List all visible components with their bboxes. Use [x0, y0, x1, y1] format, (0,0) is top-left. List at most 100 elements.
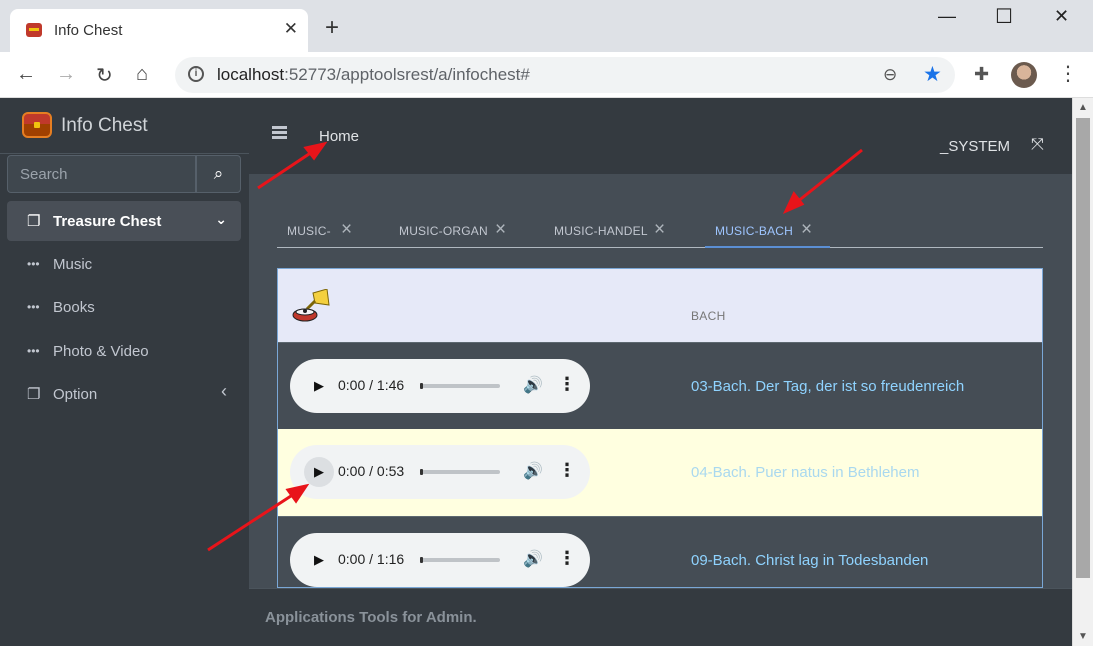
track-title[interactable]: 09-Bach. Christ lag in Todesbanden	[691, 552, 928, 569]
gramophone-icon	[292, 289, 330, 322]
sidebar-search: ⌕	[7, 155, 241, 193]
ellipsis-icon: •••	[27, 344, 40, 358]
brand-title: Info Chest	[61, 115, 148, 136]
browser-toolbar: ← → ↻ ⌂ i localhost:52773/apptoolsrest/a…	[0, 52, 1093, 98]
tab-label: MUSIC-ORGAN	[399, 224, 488, 238]
more-options-icon[interactable]: ⋮	[558, 548, 576, 569]
volume-icon[interactable]: 🔊	[523, 549, 543, 569]
close-icon[interactable]: ×	[495, 220, 506, 239]
chevron-left-icon: ‹	[221, 381, 227, 401]
music-tabs: MUSIC- × MUSIC-ORGAN × MUSIC-HANDEL × MU…	[277, 211, 1043, 248]
volume-icon[interactable]: 🔊	[523, 461, 543, 481]
close-icon[interactable]: ×	[654, 220, 665, 239]
scroll-down-icon[interactable]: ▼	[1078, 631, 1088, 642]
chest-favicon-icon	[26, 23, 42, 37]
scrollbar-thumb[interactable]	[1076, 118, 1090, 578]
ellipsis-icon: •••	[27, 257, 40, 271]
zoom-icon[interactable]: ⊖	[883, 65, 897, 85]
tab-music-organ[interactable]: MUSIC-ORGAN ×	[389, 211, 519, 248]
browser-menu-icon[interactable]: ⋮	[1058, 61, 1078, 86]
extensions-puzzle-icon[interactable]: ✚	[974, 64, 989, 85]
info-icon[interactable]: i	[188, 66, 204, 82]
time-display: 0:00 / 0:53	[338, 463, 405, 479]
volume-icon[interactable]: 🔊	[523, 375, 543, 395]
bookmark-star-icon[interactable]: ★	[923, 62, 942, 87]
profile-avatar[interactable]	[1011, 62, 1037, 88]
search-button[interactable]: ⌕	[196, 155, 241, 193]
tab-music[interactable]: MUSIC- ×	[277, 211, 377, 248]
audio-player[interactable]: ▶ 0:00 / 0:53 🔊 ⋮	[290, 445, 590, 499]
play-icon[interactable]: ▶	[304, 545, 334, 575]
sidebar-item-label: Option	[53, 386, 98, 403]
main-content: Home _SYSTEM ⤧ MUSIC- × MUSIC-ORGAN × MU…	[249, 98, 1072, 646]
new-tab-button[interactable]: +	[325, 16, 339, 40]
forward-arrow-icon[interactable]: →	[56, 63, 76, 86]
track-title[interactable]: 04-Bach. Puer natus in Bethlehem	[691, 464, 919, 481]
copy-icon: ❐	[27, 386, 41, 403]
back-arrow-icon[interactable]: ←	[16, 63, 36, 86]
maximize-button[interactable]: ☐	[995, 4, 1013, 29]
sidebar-item-option[interactable]: ❐ Option ‹	[7, 374, 241, 414]
sidebar-item-books[interactable]: ••• Books	[7, 287, 241, 327]
more-options-icon[interactable]: ⋮	[558, 374, 576, 395]
track-list-panel: BACH ▶ 0:00 / 1:46 🔊 ⋮ 03-Bach. Der Tag,…	[277, 268, 1043, 588]
sidebar-item-label: Treasure Chest	[53, 213, 162, 230]
panel-header: BACH	[278, 269, 1042, 342]
more-options-icon[interactable]: ⋮	[558, 460, 576, 481]
track-title[interactable]: 03-Bach. Der Tag, der ist so freudenreic…	[691, 378, 964, 395]
tab-music-bach[interactable]: MUSIC-BACH ×	[705, 211, 830, 248]
browser-tabstrip: Info Chest ✕ + — ☐ ✕	[0, 0, 1093, 52]
play-icon[interactable]: ▶	[304, 371, 334, 401]
sidebar-item-music[interactable]: ••• Music	[7, 244, 241, 284]
tab-title: Info Chest	[54, 22, 123, 39]
track-row: ▶ 0:00 / 1:16 🔊 ⋮ 09-Bach. Christ lag in…	[278, 516, 1042, 587]
sidebar-item-photo-video[interactable]: ••• Photo & Video	[7, 331, 241, 371]
close-icon[interactable]: ×	[801, 220, 812, 239]
audio-player[interactable]: ▶ 0:00 / 1:16 🔊 ⋮	[290, 533, 590, 587]
audio-player[interactable]: ▶ 0:00 / 1:46 🔊 ⋮	[290, 359, 590, 413]
top-navbar: Home _SYSTEM ⤧	[249, 98, 1072, 174]
sidebar: Info Chest ⌕ ❐ Treasure Chest ⌄ ••• Musi…	[0, 98, 249, 646]
minimize-button[interactable]: —	[938, 6, 956, 27]
progress-slider[interactable]	[420, 383, 500, 389]
brand[interactable]: Info Chest	[0, 98, 249, 154]
play-icon[interactable]: ▶	[304, 457, 334, 487]
close-icon[interactable]: ×	[341, 220, 352, 239]
search-icon: ⌕	[213, 164, 224, 183]
footer-text: Applications Tools for Admin.	[265, 609, 477, 626]
user-link[interactable]: _SYSTEM	[940, 138, 1010, 155]
tab-label: MUSIC-	[287, 224, 331, 238]
tab-music-handel[interactable]: MUSIC-HANDEL ×	[544, 211, 679, 248]
sidebar-item-treasure-chest[interactable]: ❐ Treasure Chest ⌄	[7, 201, 241, 241]
time-display: 0:00 / 1:46	[338, 377, 405, 393]
address-bar[interactable]: i localhost:52773/apptoolsrest/a/infoche…	[175, 57, 955, 93]
page-scrollbar[interactable]: ▲ ▼	[1072, 98, 1093, 646]
treasure-chest-logo-icon	[22, 112, 52, 138]
track-row: ▶ 0:00 / 0:53 🔊 ⋮ 04-Bach. Puer natus in…	[278, 429, 1042, 516]
track-row: ▶ 0:00 / 1:46 🔊 ⋮ 03-Bach. Der Tag, der …	[278, 342, 1042, 429]
tab-label: MUSIC-BACH	[715, 224, 794, 238]
sidebar-item-label: Music	[53, 256, 93, 273]
tab-label: MUSIC-HANDEL	[554, 224, 648, 238]
browser-tab[interactable]: Info Chest ✕	[10, 9, 308, 52]
home-icon[interactable]: ⌂	[136, 63, 148, 86]
copy-icon: ❐	[27, 213, 41, 230]
close-window-button[interactable]: ✕	[1054, 6, 1069, 27]
panel-heading: BACH	[691, 309, 726, 323]
scroll-up-icon[interactable]: ▲	[1078, 102, 1088, 113]
search-input[interactable]	[7, 155, 196, 193]
reload-icon[interactable]: ↻	[96, 63, 113, 88]
progress-slider[interactable]	[420, 469, 500, 475]
progress-slider[interactable]	[420, 557, 500, 563]
time-display: 0:00 / 1:16	[338, 551, 405, 567]
url-path: :52773/apptoolsrest/a/infochest#	[284, 65, 530, 84]
sidebar-item-label: Photo & Video	[53, 343, 149, 360]
chevron-down-icon: ⌄	[215, 211, 227, 227]
url-host: localhost	[217, 65, 285, 84]
ellipsis-icon: •••	[27, 300, 40, 314]
fullscreen-expand-icon[interactable]: ⤧	[1031, 136, 1044, 154]
footer: Applications Tools for Admin.	[249, 588, 1072, 646]
hamburger-menu-icon[interactable]	[272, 126, 287, 139]
tab-close-icon[interactable]: ✕	[284, 19, 298, 39]
home-link[interactable]: Home	[319, 128, 359, 145]
